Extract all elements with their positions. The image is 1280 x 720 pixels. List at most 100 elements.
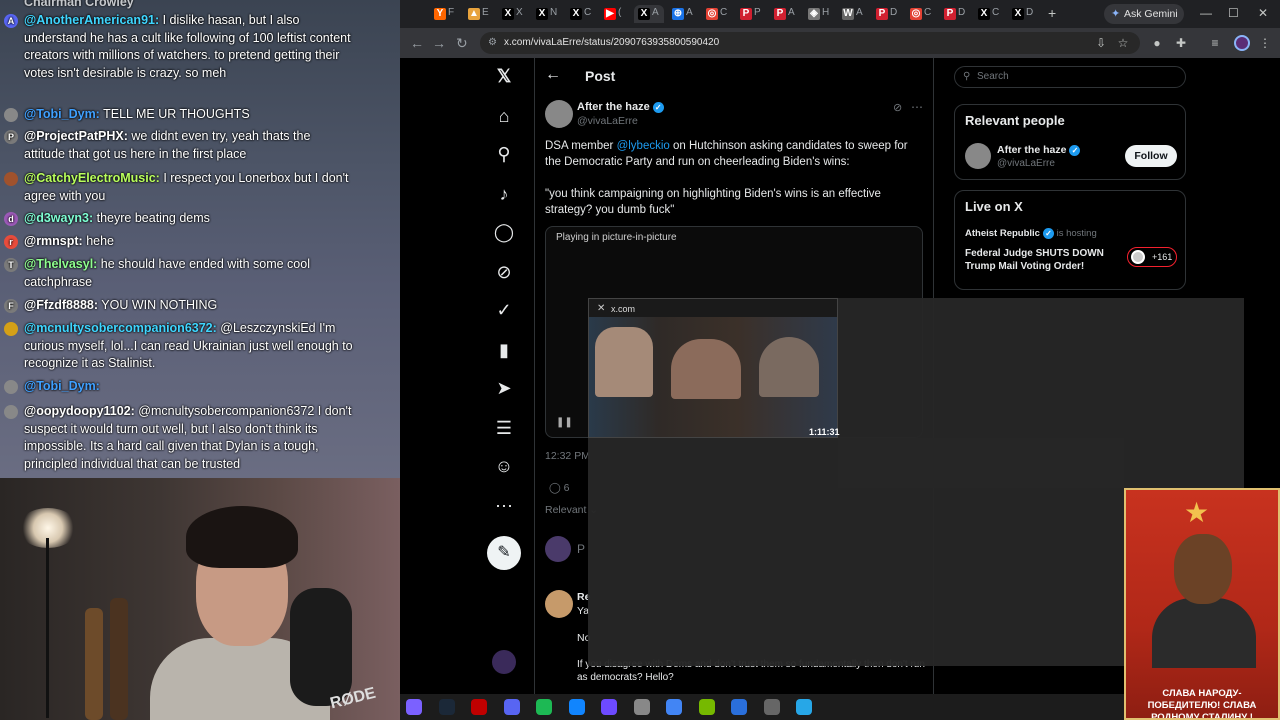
chat-username[interactable]: @ProjectPatPHX: [24,129,128,143]
explore-search-icon[interactable]: ⚲ [492,142,516,166]
relevant-avatar[interactable] [965,143,991,169]
browser-tab[interactable]: ▶( [600,5,630,23]
search-input[interactable]: ⚲ Search [954,66,1186,88]
browser-tab[interactable]: PP [736,5,766,23]
chrome-icon[interactable] [666,699,682,715]
profile-icon[interactable]: ☺ [492,454,516,478]
app-icon[interactable] [731,699,747,715]
tweet-mention-link[interactable]: @lybeckio [617,140,670,152]
profile-avatar[interactable] [1234,35,1250,51]
home-icon[interactable]: ⌂ [492,104,516,128]
browser-tab[interactable]: PD [872,5,902,23]
browser-tab[interactable]: WA [838,5,868,23]
bookmarks-icon[interactable]: ▮ [492,338,516,362]
chat-username[interactable]: @oopydoopy1102: [24,404,135,418]
bluesky-icon[interactable] [568,699,585,715]
chat-username[interactable]: @mcnultysobercompanion6372: [24,321,217,335]
browser-tab[interactable]: XD [1008,5,1038,23]
browser-tab[interactable]: XA [634,5,664,23]
compose-post-button[interactable]: ✎ [487,536,521,570]
chat-username[interactable]: @d3wayn3: [24,211,93,225]
forward-button[interactable]: → [432,35,446,51]
pause-icon[interactable]: ❚❚ [556,417,573,428]
gear-icon[interactable] [633,699,650,715]
account-avatar[interactable] [492,650,516,674]
chat-username[interactable]: @CatchyElectroMusic: [24,171,160,185]
browser-tab[interactable]: PD [940,5,970,23]
spotify-icon[interactable] [536,699,552,715]
maximize-button[interactable]: ☐ [1228,6,1239,20]
chat-username[interactable]: @Tobi_Dym: [24,107,100,121]
premium-verified-icon[interactable]: ✓ [492,298,516,322]
discord-icon[interactable] [503,699,520,715]
chat-username[interactable]: @rmnspt: [24,234,83,248]
reply-avatar[interactable] [545,590,573,618]
extensions-puzzle-icon[interactable]: ✚ [1174,36,1188,50]
follow-button[interactable]: Follow [1125,145,1177,167]
browser-tab[interactable]: YF [430,5,460,23]
extension-icon[interactable]: ● [1150,36,1164,50]
chat-username[interactable]: @AnotherAmerican91: [24,13,159,27]
tab-favicon-icon: ◎ [910,8,922,20]
relevant-handle[interactable]: @vivaLaErre [997,158,1055,169]
browser-tab[interactable]: ◎ C [702,5,732,23]
browser-tab[interactable]: ⊕ A [668,5,698,23]
back-arrow-icon[interactable]: ← [545,66,561,84]
live-headline[interactable]: Federal Judge SHUTS DOWN Trump Mail Voti… [965,247,1115,273]
reply-button[interactable]: ◯ 6 [549,482,570,494]
site-info-icon[interactable]: ⚙ [488,32,497,54]
telegram-icon[interactable] [796,699,812,715]
live-listener-count[interactable]: +161 [1127,247,1177,267]
proton-icon[interactable] [601,699,617,715]
more-options-icon[interactable]: ⋯ [492,494,516,518]
pip-close-icon[interactable]: ✕ [597,303,605,314]
author-avatar[interactable] [545,100,573,128]
new-tab-button[interactable]: + [1048,5,1056,21]
author-name[interactable]: After the haze ✓ [577,101,664,113]
reload-button[interactable]: ↻ [456,35,468,52]
post-more-icon[interactable]: ⋯ [911,100,923,114]
obs-icon[interactable] [471,699,487,715]
live-host[interactable]: Atheist Republic ✓ is hosting [965,228,1097,239]
headset-icon[interactable] [763,699,780,715]
pip-video[interactable] [589,317,837,437]
grok-analyze-icon[interactable]: ⊘ [893,101,902,114]
browser-tab[interactable]: ◈ H [804,5,834,23]
chat-username[interactable]: @Ffzdf8888: [24,298,98,312]
jobs-rocket-icon[interactable]: ➤ [492,376,516,400]
relevant-name[interactable]: After the haze ✓ [997,144,1081,156]
browser-tab[interactable]: ▲ E [464,5,494,23]
lists-icon[interactable]: ☰ [492,416,516,440]
pip-window[interactable]: ✕ x.com 1:11:31 [588,298,840,438]
install-icon[interactable]: ⇩ [1094,36,1108,50]
browser-tab[interactable]: PA [770,5,800,23]
edge-icon[interactable] [406,699,422,715]
back-button[interactable]: ← [410,35,424,51]
tab-strip: Y F ▲ E X X X N X C ▶(X A ⊕ A ◎ C P P P A ◈ H W A P D ◎ C P D X C X D + ✦… [400,0,1280,28]
nvidia-icon[interactable] [698,699,715,715]
chat-username[interactable]: @Tobi_Dym: [24,379,100,393]
ask-gemini-button[interactable]: ✦ Ask Gemini [1104,4,1184,24]
minimize-button[interactable]: — [1200,6,1212,20]
steam-icon[interactable] [438,699,455,715]
messages-icon[interactable]: ◯ [492,220,516,244]
x-logo-icon[interactable]: 𝕏 [492,64,516,88]
chat-username[interactable]: @Thelvasyl: [24,257,97,271]
menu-icon[interactable]: ⋮ [1258,36,1272,50]
chat-badge-icon [4,172,18,186]
browser-tab[interactable]: XC [566,5,596,23]
bookmark-star-icon[interactable]: ☆ [1116,36,1130,50]
browser-tab[interactable]: XC [974,5,1004,23]
reply-composer[interactable]: P [577,542,585,556]
close-window-button[interactable]: ✕ [1258,6,1268,20]
tab-favicon-icon: P [944,8,956,20]
browser-tab[interactable]: XN [532,5,562,23]
browser-tab[interactable]: ◎ C [906,5,936,23]
tab-search-icon[interactable]: ≡ [1208,36,1222,50]
notifications-bell-icon[interactable]: ♪ [492,182,516,206]
browser-tab[interactable]: XX [498,5,528,23]
address-bar[interactable]: ⚙ x.com/vivaLaErre/status/20907639358005… [480,32,1140,54]
grok-icon[interactable]: ⊘ [492,260,516,284]
author-handle[interactable]: @vivaLaErre [577,115,638,127]
post-timestamp[interactable]: 12:32 PM [545,450,590,462]
